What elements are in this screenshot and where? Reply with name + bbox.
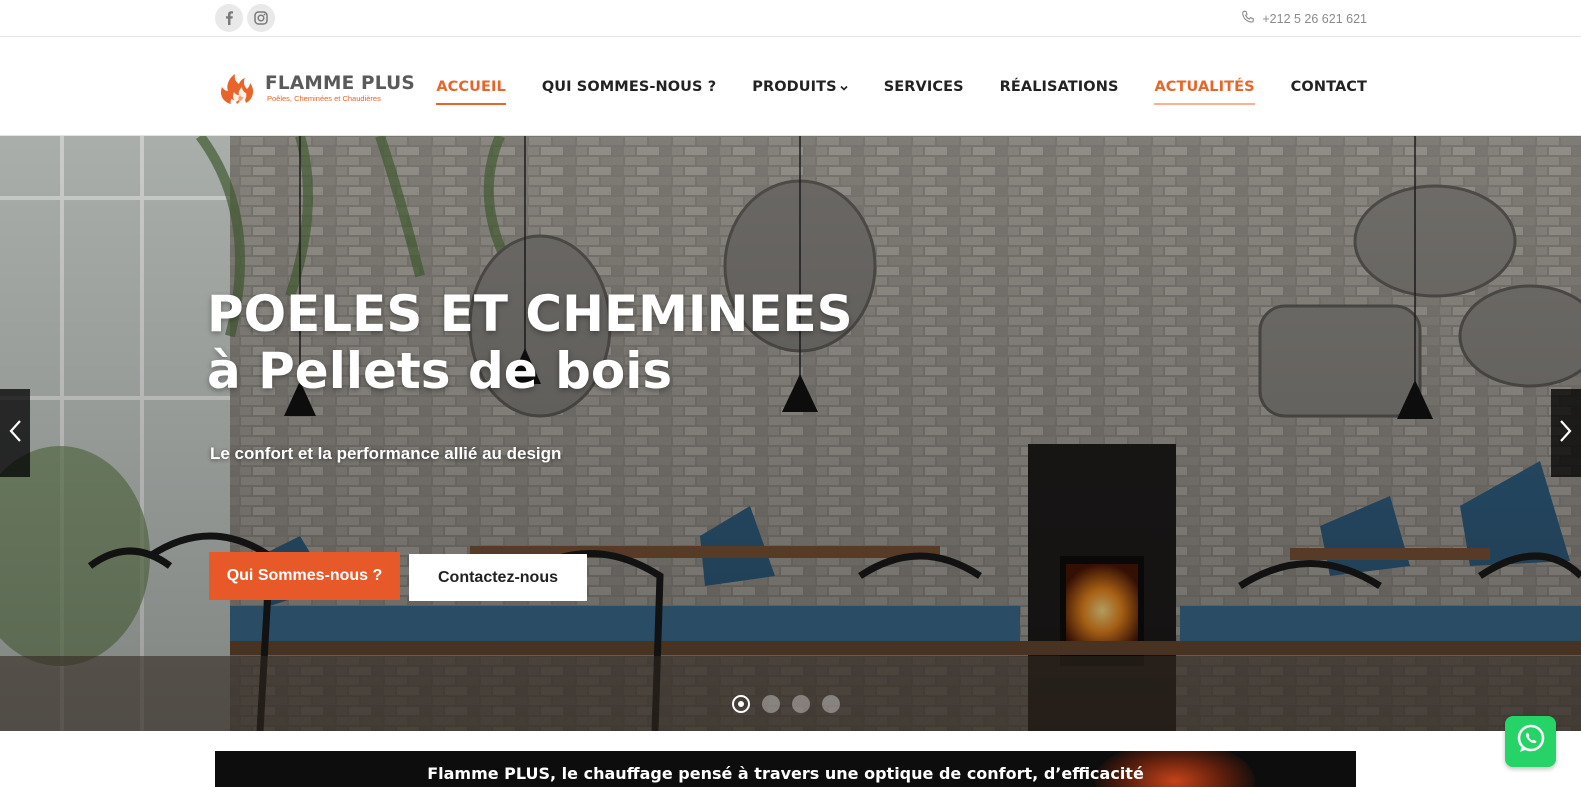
slider-dot-2[interactable] [762, 695, 780, 713]
chevron-down-icon [840, 79, 848, 95]
hero-title-line-2: à Pellets de bois [207, 342, 673, 400]
whatsapp-icon [1514, 722, 1548, 761]
slider-dot-3[interactable] [792, 695, 810, 713]
banner-text: Flamme PLUS, le chauffage pensé à traver… [427, 764, 1144, 783]
flame-icon [215, 66, 261, 111]
qui-sommes-nous-button[interactable]: Qui Sommes-nous ? [209, 552, 400, 600]
hero-title-line-1: POELES ET CHEMINEES [207, 285, 853, 343]
nav-item-realisations[interactable]: RÉALISATIONS [1000, 73, 1119, 101]
nav-item-accueil[interactable]: ACCUEIL [436, 73, 506, 105]
nav-item-services[interactable]: SERVICES [884, 73, 964, 101]
brand-name: FLAMME PLUS [265, 73, 415, 94]
slider-next-button[interactable] [1551, 389, 1581, 477]
nav-item-produits[interactable]: PRODUITS [752, 73, 848, 101]
top-bar: +212 5 26 621 621 [0, 0, 1581, 37]
hero-background-image [0, 136, 1581, 731]
facebook-icon[interactable] [215, 4, 243, 32]
nav-item-produits-label: PRODUITS [752, 78, 837, 95]
chevron-left-icon [8, 419, 22, 448]
slider-dot-1[interactable] [732, 695, 750, 713]
slider-prev-button[interactable] [0, 389, 30, 477]
chevron-right-icon [1559, 419, 1573, 448]
hero-title: POELES ET CHEMINEES à Pellets de bois [207, 286, 853, 400]
hero-subtitle: Le confort et la performance allié au de… [210, 444, 562, 463]
slider-dot-4[interactable] [822, 695, 840, 713]
hero-slider: POELES ET CHEMINEES à Pellets de bois Le… [0, 136, 1581, 731]
intro-banner: Flamme PLUS, le chauffage pensé à traver… [215, 751, 1356, 787]
nav-item-contact[interactable]: CONTACT [1291, 73, 1367, 101]
main-header: FLAMME PLUS Poêles, Cheminées et Chaudiè… [0, 37, 1581, 136]
phone-number: +212 5 26 621 621 [1262, 11, 1367, 26]
nav-item-actualites[interactable]: ACTUALITÉS [1154, 73, 1255, 105]
nav-item-qui-sommes-nous[interactable]: QUI SOMMES-NOUS ? [542, 73, 716, 101]
instagram-icon[interactable] [247, 4, 275, 32]
phone-icon [1241, 10, 1255, 27]
slider-pagination [732, 695, 840, 713]
phone-contact[interactable]: +212 5 26 621 621 [1241, 10, 1367, 27]
whatsapp-button[interactable] [1505, 716, 1556, 767]
main-nav: ACCUEIL QUI SOMMES-NOUS ? PRODUITS SERVI… [436, 37, 1367, 136]
contactez-nous-button[interactable]: Contactez-nous [409, 554, 587, 601]
brand-tagline: Poêles, Cheminées et Chaudières [267, 94, 381, 103]
site-logo[interactable]: FLAMME PLUS Poêles, Cheminées et Chaudiè… [215, 66, 415, 111]
